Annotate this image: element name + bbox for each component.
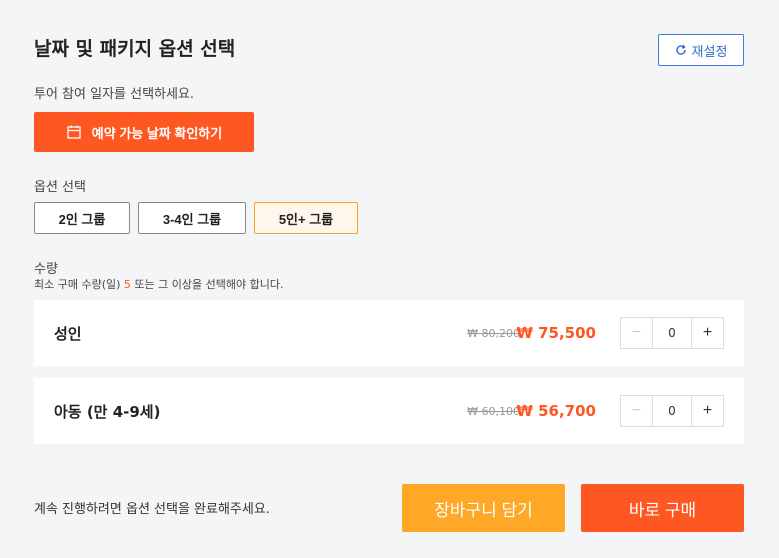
quantity-label: 수량: [34, 262, 58, 277]
original-price: ₩ 60,100: [467, 404, 520, 418]
check-dates-button[interactable]: 예약 가능 날짜 확인하기: [34, 112, 254, 152]
ticket-row-child: 아동 (만 4-9세) ₩ 60,100 ₩ 56,700 − +: [34, 378, 744, 444]
increment-button[interactable]: +: [691, 396, 723, 426]
page-title: 날짜 및 패키지 옵션 선택: [34, 38, 236, 60]
decrement-button[interactable]: −: [621, 318, 653, 348]
quantity-note-suffix: 또는 그 이상을 선택해야 합니다.: [130, 278, 284, 291]
option-2-group[interactable]: 2인 그룹: [34, 202, 130, 234]
calendar-icon: [67, 125, 81, 139]
options-label: 옵션 선택: [34, 180, 86, 195]
quantity-note-prefix: 최소 구매 수량(일): [34, 278, 124, 291]
increment-button[interactable]: +: [691, 318, 723, 348]
quantity-input[interactable]: [653, 318, 691, 348]
quantity-stepper: − +: [620, 317, 724, 349]
reset-button[interactable]: 재설정: [658, 34, 744, 66]
ticket-name: 성인: [54, 324, 82, 343]
option-5-plus-group[interactable]: 5인+ 그룹: [254, 202, 358, 234]
ticket-name: 아동 (만 4-9세): [54, 402, 161, 421]
quantity-input[interactable]: [653, 396, 691, 426]
ticket-row-adult: 성인 ₩ 80,200 ₩ 75,500 − +: [34, 300, 744, 366]
quantity-stepper: − +: [620, 395, 724, 427]
reset-button-label: 재설정: [691, 43, 728, 59]
quantity-min: 5: [123, 278, 131, 291]
sale-price: ₩ 56,700: [516, 402, 596, 420]
refresh-icon: [675, 44, 686, 55]
footer-note: 계속 진행하려면 옵션 선택을 완료해주세요.: [34, 502, 270, 517]
option-3-4-group[interactable]: 3-4인 그룹: [138, 202, 246, 234]
sale-price: ₩ 75,500: [516, 324, 596, 342]
original-price: ₩ 80,200: [467, 326, 520, 340]
decrement-button[interactable]: −: [621, 396, 653, 426]
add-to-cart-button[interactable]: 장바구니 담기: [402, 484, 565, 532]
check-dates-label: 예약 가능 날짜 확인하기: [91, 125, 223, 141]
date-subtitle: 투어 참여 일자를 선택하세요.: [34, 87, 195, 102]
buy-now-button[interactable]: 바로 구매: [581, 484, 744, 532]
quantity-note: 최소 구매 수량(일) 5 또는 그 이상을 선택해야 합니다.: [34, 276, 283, 292]
